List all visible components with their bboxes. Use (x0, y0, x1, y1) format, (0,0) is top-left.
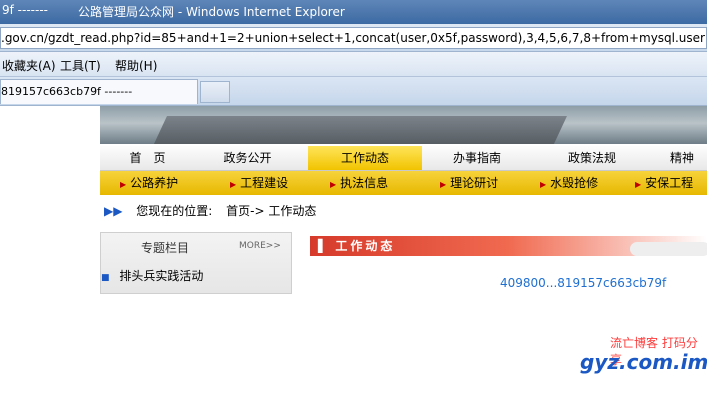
nav-guide[interactable]: 办事指南 (422, 146, 532, 170)
nav2-construction[interactable]: ▶ 工程建设 (230, 171, 288, 195)
url-text: .gov.cn/gzdt_read.php?id=85+and+1=2+unio… (1, 31, 705, 45)
triangle-icon: ▶ (635, 180, 642, 189)
window-title-prefix: 9f ------- (2, 3, 48, 17)
triangle-icon: ▶ (230, 180, 237, 189)
menu-help[interactable]: 帮助(H) (115, 57, 157, 74)
window-title: 公路管理局公众网 - Windows Internet Explorer (78, 5, 345, 19)
new-tab-button[interactable] (200, 81, 230, 103)
left-blank-area (0, 106, 100, 292)
breadcrumb: ▶▶ 您现在的位置: 首页-> 工作动态 (100, 200, 707, 222)
triangle-icon: ▶ (120, 180, 127, 189)
breadcrumb-label: 您现在的位置: (136, 204, 213, 218)
road-image (153, 116, 567, 144)
active-tab[interactable]: 819157c663cb79f ------- (0, 79, 198, 104)
site-banner (100, 106, 707, 144)
nav-government[interactable]: 政务公开 (195, 146, 300, 170)
nav2-enforcement[interactable]: ▶ 执法信息 (330, 171, 388, 195)
more-link[interactable]: MORE>> (239, 241, 281, 251)
triangle-icon: ▶ (330, 180, 337, 189)
topic-panel: 专题栏目 MORE>> ■ 排头兵实践活动 (100, 232, 292, 294)
double-chevron-right-icon: ▶▶ (104, 204, 123, 218)
page-content: 首 页 政务公开 工作动态 办事指南 政策法规 精神 ▶ 公路养护 ▶ 工程建设 ▶… (0, 106, 707, 394)
news-panel: ▌ 工作动态 409800...819157c663cb79f (300, 232, 707, 292)
pager-control[interactable] (630, 242, 707, 256)
nav2-maintenance[interactable]: ▶ 公路养护 (120, 171, 178, 195)
tab-bar: 819157c663cb79f ------- (0, 77, 707, 106)
menu-favorites[interactable]: 收藏夹(A) (2, 57, 56, 74)
triangle-icon: ▶ (540, 180, 547, 189)
injected-result-text: 409800...819157c663cb79f (500, 276, 667, 290)
title-bar-icon: ▌ (318, 239, 328, 253)
menu-bar: 收藏夹(A) 工具(T) 帮助(H) (0, 52, 707, 77)
breadcrumb-path[interactable]: 首页-> 工作动态 (226, 204, 316, 218)
triangle-icon: ▶ (440, 180, 447, 189)
nav-home[interactable]: 首 页 (100, 146, 195, 170)
menu-tools[interactable]: 工具(T) (60, 57, 101, 74)
watermark: 流亡博客 打码分享 gyz.com.im (580, 334, 707, 394)
nav-spirit[interactable]: 精神 (652, 146, 707, 170)
active-tab-label: 819157c663cb79f ------- (1, 85, 133, 98)
secondary-nav: ▶ 公路养护 ▶ 工程建设 ▶ 执法信息 ▶ 理论研讨 ▶ 水毁抢修 ▶ 安保工程 (100, 171, 707, 195)
news-panel-title: ▌ 工作动态 (310, 236, 707, 256)
address-bar: .gov.cn/gzdt_read.php?id=85+and+1=2+unio… (0, 24, 707, 52)
topic-panel-title: 专题栏目 (141, 241, 190, 255)
watermark-line2: gyz.com.im (580, 350, 707, 374)
nav-policy[interactable]: 政策法规 (532, 146, 652, 170)
bullet-icon: ■ (101, 273, 110, 283)
nav2-theory[interactable]: ▶ 理论研讨 (440, 171, 498, 195)
topic-item[interactable]: ■ 排头兵实践活动 (101, 267, 203, 284)
url-input[interactable]: .gov.cn/gzdt_read.php?id=85+and+1=2+unio… (0, 27, 707, 49)
nav-work-news[interactable]: 工作动态 (308, 146, 422, 170)
nav2-repair[interactable]: ▶ 水毁抢修 (540, 171, 598, 195)
primary-nav: 首 页 政务公开 工作动态 办事指南 政策法规 精神 (100, 146, 707, 171)
window-titlebar: 9f ------- 公路管理局公众网 - Windows Internet E… (0, 0, 707, 24)
nav2-safety[interactable]: ▶ 安保工程 (635, 171, 693, 195)
